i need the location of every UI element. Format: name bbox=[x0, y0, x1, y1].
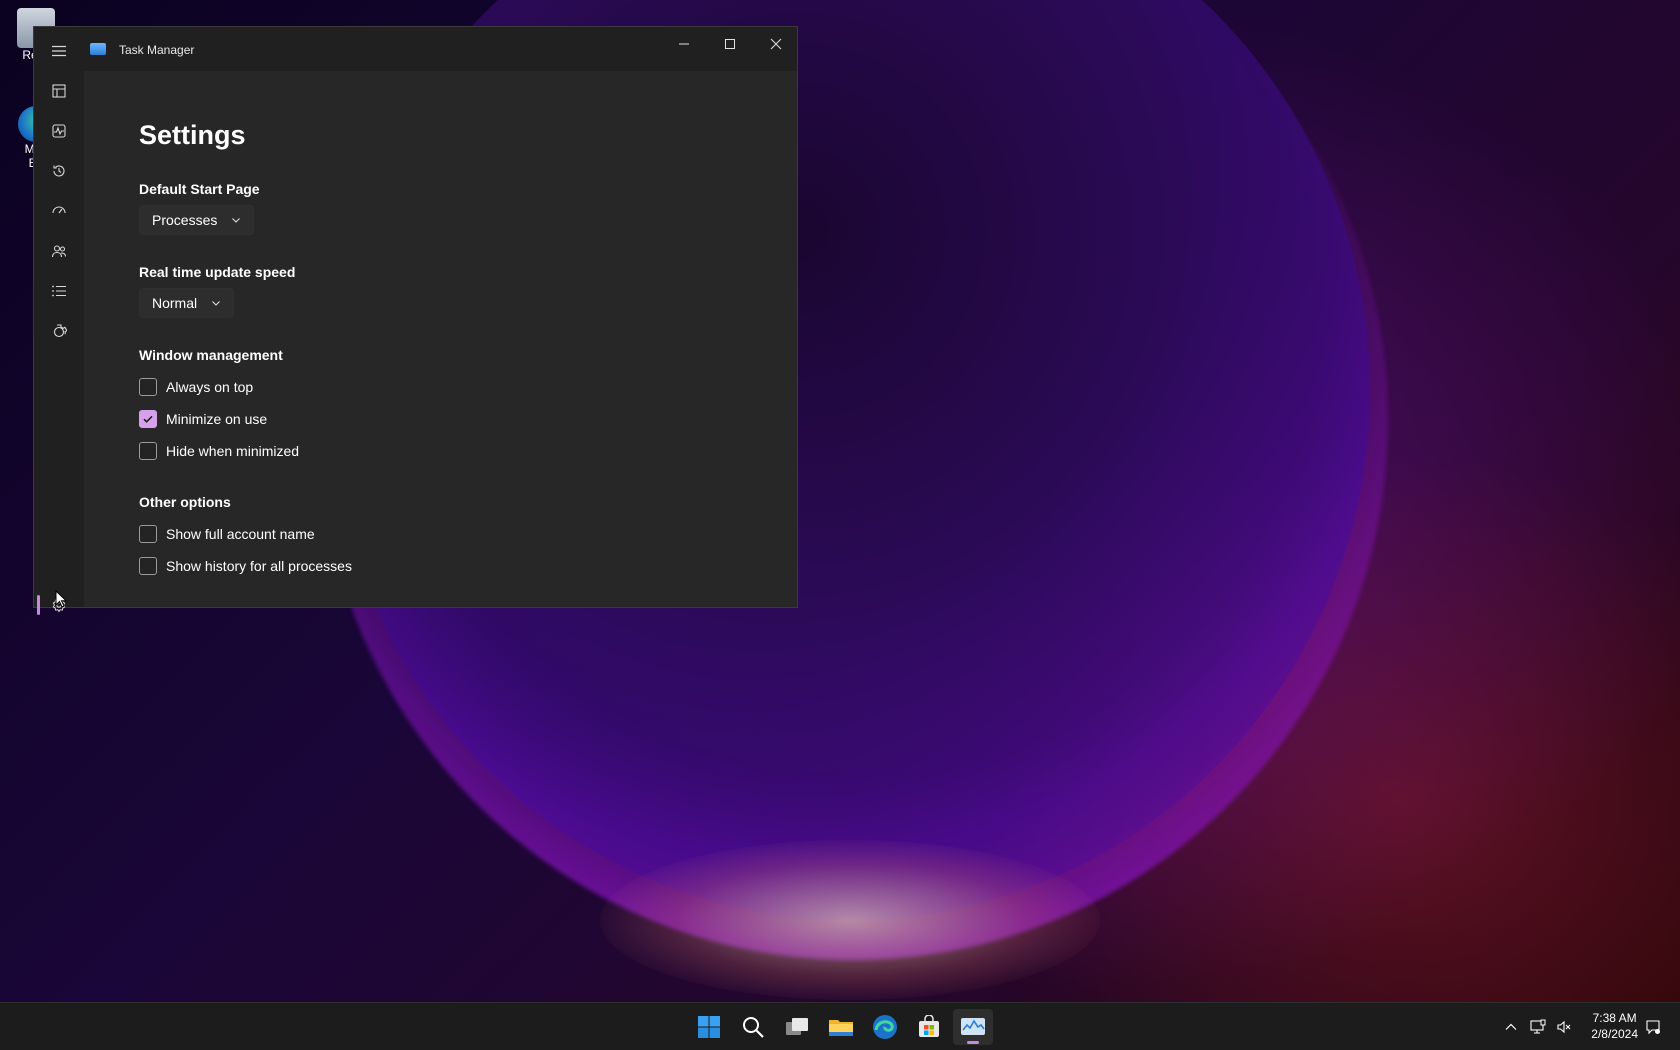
start-button[interactable] bbox=[689, 1009, 729, 1045]
startup-apps-icon bbox=[52, 206, 66, 214]
services-icon bbox=[53, 324, 67, 338]
volume-muted-icon[interactable] bbox=[1556, 1019, 1572, 1035]
page-title: Settings bbox=[139, 120, 246, 150]
chevron-up-icon[interactable] bbox=[1503, 1019, 1519, 1035]
nav-item-app-history[interactable] bbox=[43, 155, 75, 187]
nav-item-processes[interactable] bbox=[43, 75, 75, 107]
taskbar: 7:38 AM 2/8/2024 bbox=[0, 1002, 1680, 1050]
chevron-down-icon bbox=[232, 218, 241, 223]
users-icon bbox=[51, 245, 67, 258]
app-history-icon bbox=[53, 165, 65, 177]
performance-icon bbox=[52, 124, 66, 138]
nav-item-details[interactable] bbox=[43, 275, 75, 307]
checkbox-label: Hide when minimized bbox=[166, 443, 300, 459]
checkbox-box[interactable] bbox=[139, 442, 157, 460]
checkbox-show-full-account-name[interactable]: Show full account name bbox=[139, 525, 315, 543]
checkbox-box[interactable] bbox=[139, 410, 157, 428]
file-explorer-icon bbox=[829, 1020, 853, 1036]
checkbox-box[interactable] bbox=[139, 525, 157, 543]
checkbox-label: Show full account name bbox=[166, 526, 315, 542]
details-icon bbox=[52, 285, 66, 297]
clock-time: 7:38 AM bbox=[1592, 1011, 1637, 1025]
task-manager-taskbar-button[interactable] bbox=[953, 1009, 993, 1045]
maximize-icon bbox=[725, 39, 735, 49]
notification-icon[interactable] bbox=[1645, 1019, 1661, 1035]
other-options-label: Other options bbox=[139, 494, 231, 510]
dropdown-value: Normal bbox=[152, 295, 198, 311]
checkbox-show-history-all-processes[interactable]: Show history for all processes bbox=[139, 557, 352, 575]
processes-icon bbox=[52, 84, 66, 98]
edge-button[interactable] bbox=[865, 1009, 905, 1045]
nav-item-services[interactable] bbox=[43, 315, 75, 347]
task-view-button[interactable] bbox=[777, 1009, 817, 1045]
window-management-label: Window management bbox=[139, 347, 283, 363]
update-speed-dropdown[interactable]: Normal bbox=[139, 288, 235, 318]
active-app-indicator bbox=[967, 1041, 979, 1044]
mouse-cursor-icon bbox=[55, 590, 67, 608]
task-view-icon bbox=[786, 1018, 808, 1035]
nav-item-users[interactable] bbox=[43, 235, 75, 267]
clock-date: 2/8/2024 bbox=[1591, 1027, 1638, 1041]
nav-item-performance[interactable] bbox=[43, 115, 75, 147]
hamburger-menu-button[interactable] bbox=[43, 35, 75, 67]
maximize-button[interactable] bbox=[707, 31, 753, 61]
title-bar[interactable]: Task Manager bbox=[34, 27, 797, 71]
clock[interactable]: 7:38 AM 2/8/2024 bbox=[1591, 1010, 1638, 1042]
wallpaper-glow bbox=[600, 840, 1100, 1000]
task-manager-window: Task Manager Settings Default Start Page… bbox=[33, 26, 798, 615]
edge-icon bbox=[873, 1015, 897, 1039]
checkbox-box[interactable] bbox=[139, 557, 157, 575]
chevron-down-icon bbox=[212, 301, 221, 306]
close-icon bbox=[770, 38, 782, 50]
task-manager-app-icon bbox=[90, 43, 106, 55]
network-icon[interactable] bbox=[1530, 1019, 1546, 1035]
default-start-page-dropdown[interactable]: Processes bbox=[139, 205, 255, 235]
hamburger-menu-icon bbox=[52, 45, 66, 57]
nav-selection-indicator bbox=[37, 595, 40, 615]
search-button[interactable] bbox=[733, 1009, 773, 1045]
checkbox-hide-when-minimized[interactable]: Hide when minimized bbox=[139, 442, 299, 460]
checkbox-label: Show history for all processes bbox=[166, 558, 352, 574]
file-explorer-button[interactable] bbox=[821, 1009, 861, 1045]
window-title: Task Manager bbox=[119, 43, 195, 57]
search-icon bbox=[743, 1017, 764, 1038]
task-manager-icon bbox=[961, 1018, 985, 1035]
store-button[interactable] bbox=[909, 1009, 949, 1045]
checkbox-label: Always on top bbox=[166, 379, 254, 395]
default-start-page-label: Default Start Page bbox=[139, 181, 260, 197]
update-speed-label: Real time update speed bbox=[139, 264, 296, 280]
navigation-rail bbox=[34, 27, 84, 615]
checkmark-icon bbox=[143, 415, 153, 423]
minimize-icon bbox=[679, 43, 689, 45]
checkbox-label: Minimize on use bbox=[166, 411, 268, 427]
checkbox-minimize-on-use[interactable]: Minimize on use bbox=[139, 410, 267, 428]
dropdown-value: Processes bbox=[152, 212, 218, 228]
checkbox-always-on-top[interactable]: Always on top bbox=[139, 378, 253, 396]
close-button[interactable] bbox=[753, 31, 799, 61]
minimize-button[interactable] bbox=[661, 31, 707, 61]
start-icon bbox=[698, 1016, 720, 1038]
checkbox-box[interactable] bbox=[139, 378, 157, 396]
store-icon bbox=[919, 1015, 939, 1037]
nav-item-startup-apps[interactable] bbox=[43, 195, 75, 227]
